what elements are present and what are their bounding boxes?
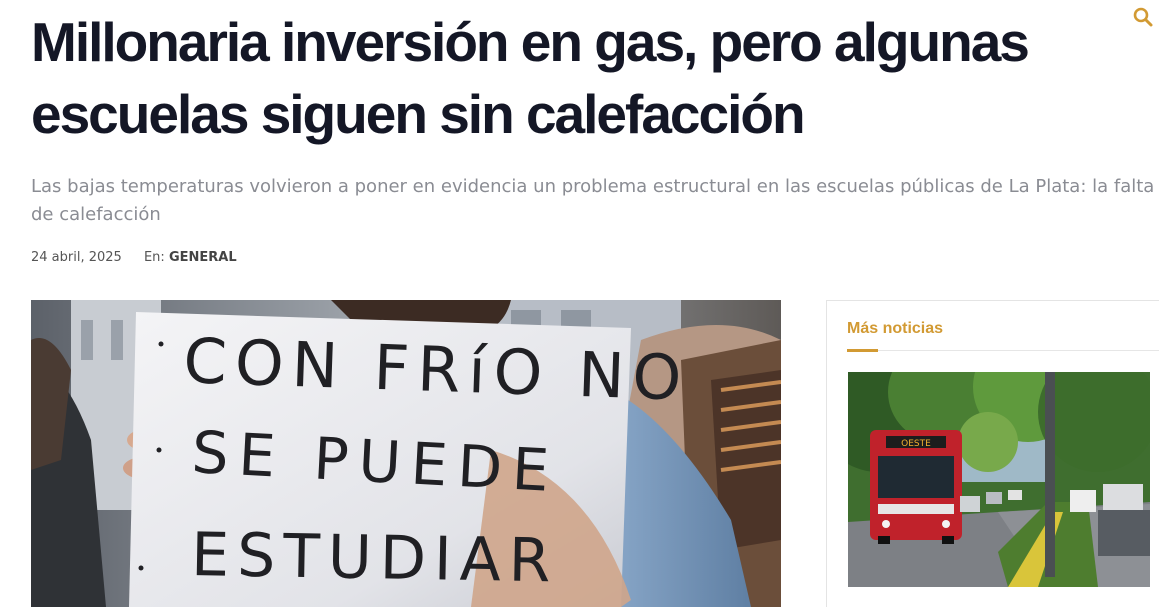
article-subtitle: Las bajas temperaturas volvieron a poner… (31, 176, 1155, 225)
sidebar-title: Más noticias (847, 320, 944, 337)
sign-text-line-3: ESTUDIAR (191, 520, 559, 596)
article-title-line-1: Millonaria inversión en gas, pero alguna… (31, 11, 1030, 73)
news-item-thumbnail[interactable]: OESTE (848, 372, 1150, 587)
article-meta: 24 abril, 2025 En: GENERAL (31, 250, 237, 265)
category-prefix: En: (143, 250, 165, 265)
article-hero-image: CON FRíO NO SE PUEDE ESTUDIAR (31, 300, 781, 607)
article-title: Millonaria inversión en gas, pero alguna… (31, 6, 1111, 150)
sidebar-more-news: Más noticias OESTE (826, 300, 1159, 607)
news-item-caption-clipped[interactable] (848, 599, 1148, 607)
sidebar-divider (847, 350, 1159, 351)
bus-sign: OESTE (901, 439, 931, 449)
search-icon[interactable] (1132, 6, 1154, 28)
article-date: 24 abril, 2025 (31, 250, 122, 265)
sidebar-accent-bar (847, 349, 878, 352)
category-link[interactable]: GENERAL (169, 250, 237, 265)
article-title-line-2: escuelas siguen sin calefacción (31, 83, 806, 145)
